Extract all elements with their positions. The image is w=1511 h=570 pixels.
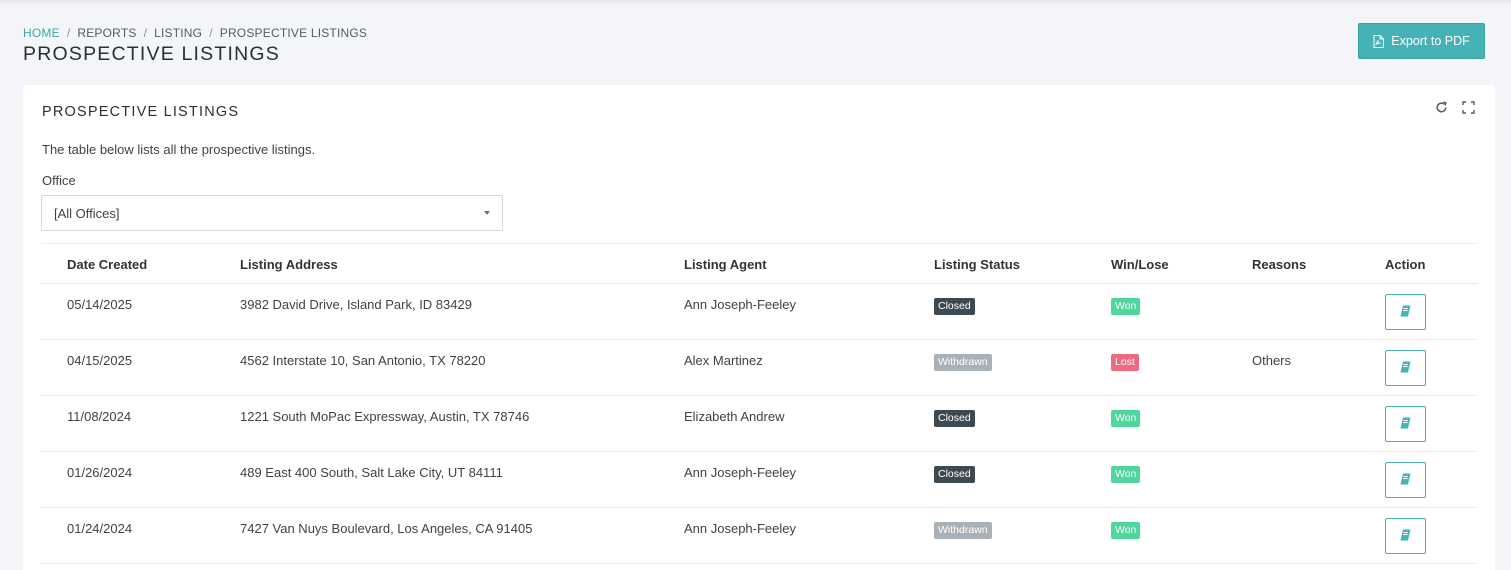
- header-listing-address[interactable]: Listing Address: [240, 244, 684, 284]
- book-icon: [1400, 305, 1411, 320]
- view-listing-button[interactable]: [1385, 518, 1426, 554]
- status-badge: Withdrawn: [934, 354, 992, 371]
- prospective-listings-card: PROSPECTIVE LISTINGS The table below lis…: [23, 85, 1495, 570]
- date-created-cell: 05/14/2025: [67, 297, 133, 312]
- listing-address-cell: 489 East 400 South, Salt Lake City, UT 8…: [240, 465, 503, 480]
- reasons-cell: Others: [1252, 353, 1292, 368]
- listing-address-cell: 7427 Van Nuys Boulevard, Los Angeles, CA…: [240, 521, 533, 536]
- breadcrumb-reports[interactable]: REPORTS: [77, 26, 136, 40]
- result-badge: Won: [1111, 466, 1141, 483]
- win-lose-cell: Won: [1111, 508, 1252, 564]
- header-date-created[interactable]: Date Created: [41, 244, 240, 284]
- date-created-cell: 01/26/2024: [67, 465, 133, 480]
- result-badge: Won: [1111, 522, 1141, 539]
- listing-agent-cell: Ann Joseph-Feeley: [684, 297, 797, 312]
- office-select-value: [All Offices]: [54, 205, 120, 221]
- header-listing-status[interactable]: Listing Status: [934, 244, 1111, 284]
- page-title: PROSPECTIVE LISTINGS: [23, 43, 280, 65]
- listing-status-cell: Closed: [934, 396, 1111, 452]
- book-icon: [1400, 473, 1411, 488]
- win-lose-cell: Lost: [1111, 340, 1252, 396]
- listing-agent-cell: Ann Joseph-Feeley: [684, 465, 797, 480]
- book-icon: [1400, 417, 1411, 432]
- action-cell: [1385, 284, 1478, 340]
- listing-status-cell: Closed: [934, 284, 1111, 340]
- listing-agent-cell: Elizabeth Andrew: [684, 409, 785, 424]
- date-created-cell: 11/08/2024: [67, 409, 132, 424]
- listing-status-cell: Closed: [934, 452, 1111, 508]
- date-created-cell: 04/15/2025: [67, 353, 133, 368]
- action-cell: [1385, 396, 1478, 452]
- result-badge: Lost: [1111, 354, 1139, 371]
- reasons-cell: [1252, 452, 1385, 508]
- action-cell: [1385, 340, 1478, 396]
- view-listing-button[interactable]: [1385, 462, 1426, 498]
- header-win-lose[interactable]: Win/Lose: [1111, 244, 1252, 284]
- breadcrumb-home[interactable]: HOME: [23, 26, 60, 40]
- export-pdf-label: Export to PDF: [1391, 34, 1470, 48]
- status-badge: Closed: [934, 298, 975, 315]
- listing-address-cell: 3982 David Drive, Island Park, ID 83429: [240, 297, 472, 312]
- result-badge: Won: [1111, 410, 1141, 427]
- fullscreen-icon[interactable]: [1462, 101, 1475, 114]
- book-icon: [1400, 361, 1411, 376]
- action-cell: [1385, 452, 1478, 508]
- export-pdf-button[interactable]: Export to PDF: [1358, 23, 1485, 59]
- view-listing-button[interactable]: [1385, 294, 1426, 330]
- win-lose-cell: Won: [1111, 284, 1252, 340]
- breadcrumb-separator: /: [143, 26, 148, 40]
- win-lose-cell: Won: [1111, 396, 1252, 452]
- reasons-cell: [1252, 284, 1385, 340]
- status-badge: Closed: [934, 466, 975, 483]
- listing-address-cell: 4562 Interstate 10, San Antonio, TX 7822…: [240, 353, 486, 368]
- listing-agent-cell: Alex Martinez: [684, 353, 763, 368]
- table-row: 01/26/2024 489 East 400 South, Salt Lake…: [41, 452, 1478, 508]
- refresh-icon[interactable]: [1435, 101, 1448, 114]
- table-row: 01/24/2024 7427 Van Nuys Boulevard, Los …: [41, 508, 1478, 564]
- breadcrumb: HOME / REPORTS / LISTING / PROSPECTIVE L…: [23, 26, 367, 40]
- table-header-row: Date Created Listing Address Listing Age…: [41, 243, 1478, 284]
- table-row: 11/08/2024 1221 South MoPac Expressway, …: [41, 396, 1478, 452]
- status-badge: Closed: [934, 410, 975, 427]
- office-select[interactable]: [All Offices]: [41, 195, 503, 231]
- view-listing-button[interactable]: [1385, 350, 1426, 386]
- breadcrumb-separator: /: [66, 26, 71, 40]
- card-tools: [1435, 101, 1475, 114]
- listings-table: Date Created Listing Address Listing Age…: [41, 243, 1478, 564]
- win-lose-cell: Won: [1111, 452, 1252, 508]
- breadcrumb-separator: /: [209, 26, 213, 40]
- reasons-cell: [1252, 508, 1385, 564]
- result-badge: Won: [1111, 298, 1141, 315]
- action-cell: [1385, 508, 1478, 564]
- header-listing-agent[interactable]: Listing Agent: [684, 244, 934, 284]
- reasons-cell: [1252, 396, 1385, 452]
- breadcrumb-current: PROSPECTIVE LISTINGS: [219, 26, 368, 40]
- breadcrumb-listing[interactable]: LISTING: [154, 26, 202, 40]
- pdf-file-icon: [1373, 34, 1385, 48]
- chevron-down-icon: [484, 211, 490, 215]
- book-icon: [1400, 529, 1411, 544]
- header-action: Action: [1385, 256, 1426, 272]
- table-row: 04/15/2025 4562 Interstate 10, San Anton…: [41, 340, 1478, 396]
- view-listing-button[interactable]: [1385, 406, 1426, 442]
- listing-address-cell: 1221 South MoPac Expressway, Austin, TX …: [240, 409, 530, 424]
- listing-status-cell: Withdrawn: [934, 340, 1111, 396]
- table-row: 05/14/2025 3982 David Drive, Island Park…: [41, 284, 1478, 340]
- listing-status-cell: Withdrawn: [934, 508, 1111, 564]
- office-filter-label: Office: [42, 173, 76, 188]
- listing-agent-cell: Ann Joseph-Feeley: [684, 521, 797, 536]
- status-badge: Withdrawn: [934, 522, 992, 539]
- header-reasons[interactable]: Reasons: [1252, 244, 1385, 284]
- card-title: PROSPECTIVE LISTINGS: [42, 104, 240, 120]
- card-description: The table below lists all the prospectiv…: [42, 142, 316, 157]
- topbar-shadow: [0, 0, 1511, 4]
- date-created-cell: 01/24/2024: [67, 521, 133, 536]
